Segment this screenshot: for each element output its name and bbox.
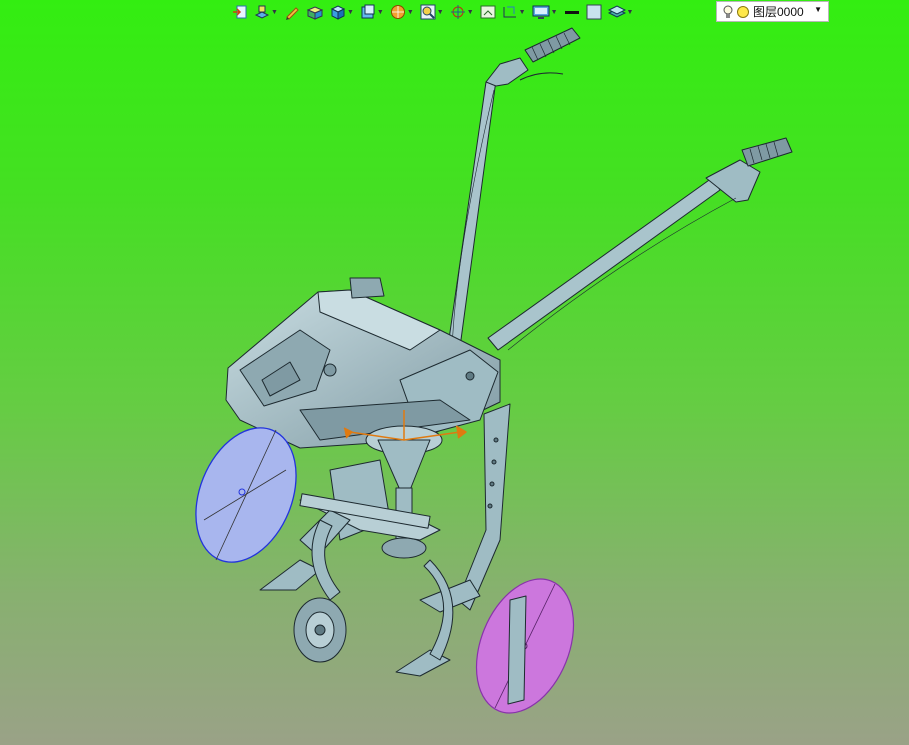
frame-button[interactable] [480, 1, 496, 23]
fill-color-icon [586, 4, 601, 20]
view-cube-icon [361, 4, 375, 19]
handlebar-left[interactable] [445, 27, 581, 363]
cultivator-3d-model[interactable] [0, 0, 909, 745]
3d-viewport[interactable]: ▼ ▼ ▼ ▼ ▼ ▼ ▼ ▼ ▼ 图层0000 ▼ [0, 0, 909, 745]
layer-name: 图层0000 [753, 5, 804, 19]
fill-color-button[interactable] [586, 1, 602, 23]
chevron-down-icon[interactable]: ▼ [814, 5, 822, 14]
dimension-icon [503, 6, 516, 18]
layer-manager-button[interactable]: ▼ [607, 1, 633, 23]
display-icon [532, 5, 550, 19]
insert-button[interactable] [232, 1, 248, 23]
dimension-button[interactable]: ▼ [502, 1, 526, 23]
line-color-icon [564, 11, 579, 14]
layer-selector[interactable]: 图层0000 ▼ [716, 1, 829, 22]
layers-stack-button[interactable]: ▼ [254, 1, 278, 23]
display-button[interactable]: ▼ [532, 1, 558, 23]
view-toolbar: ▼ ▼ ▼ ▼ ▼ ▼ ▼ ▼ ▼ [232, 0, 639, 24]
zoom-fit-button[interactable]: ▼ [420, 1, 444, 23]
target-icon [450, 5, 465, 19]
shaded-box-icon [306, 6, 324, 20]
target-button[interactable]: ▼ [450, 1, 474, 23]
handlebar-right[interactable] [487, 137, 793, 351]
light-bulb-icon [723, 5, 733, 18]
sketch-pencil-icon [285, 7, 299, 20]
sphere-icon [390, 5, 405, 19]
layer-color-dot [737, 5, 749, 18]
zoom-fit-icon [420, 4, 436, 20]
render-cube-button[interactable]: ▼ [330, 1, 354, 23]
transport-wheel[interactable] [293, 597, 347, 663]
depth-stake[interactable] [457, 403, 511, 611]
render-cube-icon [330, 5, 346, 20]
layer-manager-icon [607, 5, 626, 18]
insert-icon [233, 5, 247, 19]
sphere-button[interactable]: ▼ [390, 1, 414, 23]
layers-stack-icon [254, 5, 270, 19]
shaded-box-button[interactable] [306, 1, 324, 23]
sketch-button[interactable] [284, 1, 300, 23]
view-cube-button[interactable]: ▼ [360, 1, 384, 23]
line-color-button[interactable] [564, 1, 580, 23]
frame-icon [480, 5, 496, 19]
